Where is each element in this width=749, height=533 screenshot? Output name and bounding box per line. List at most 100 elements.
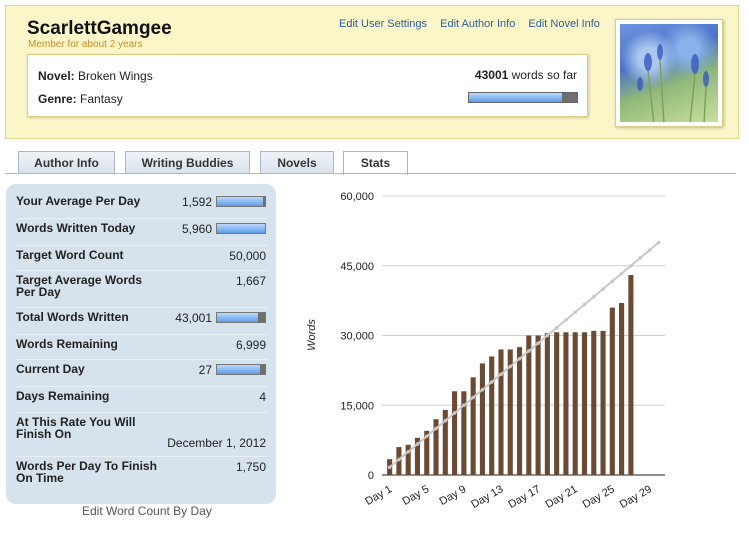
chart-bar (535, 335, 541, 475)
edit-author-info-link[interactable]: Edit Author Info (440, 18, 515, 30)
chart-bar (489, 356, 495, 475)
chart-bar (581, 332, 588, 475)
stat-progress-bar (216, 364, 266, 375)
target-point (434, 426, 438, 431)
chart-bar (498, 349, 504, 475)
chart-axes: Day 1 Day 5 Day 9 Day 13 Day 17 Day 21 Day 25 D… (363, 483, 654, 511)
target-point (471, 395, 475, 400)
novel-progress-bar (468, 92, 578, 103)
edit-novel-info-link[interactable]: Edit Novel Info (528, 18, 600, 30)
target-point (443, 418, 448, 423)
x-tick-label: Day 13 (469, 483, 505, 511)
chart-bar (526, 335, 532, 475)
stat-label: Words Remaining (16, 337, 118, 351)
stat-value: 1,592 (181, 195, 212, 209)
x-tick-label: Day 21 (544, 483, 580, 511)
stat-label: Target Word Count (16, 248, 124, 262)
tab-stats[interactable]: Stats (343, 151, 408, 175)
target-point (415, 442, 420, 446)
target-point (591, 294, 596, 299)
page: ScarlettGamgee Member for about 2 years … (0, 0, 749, 533)
tab-author-info[interactable]: Author Info (18, 151, 115, 174)
tab-writing-buddies[interactable]: Writing Buddies (125, 151, 250, 174)
edit-user-settings-link[interactable]: Edit User Settings (339, 18, 427, 30)
chart-bar (600, 330, 606, 475)
genre-value: Fantasy (80, 92, 123, 106)
y-axis-label: Words (306, 319, 318, 351)
stat-value: 6,999 (235, 338, 266, 352)
novel-label: Novel: (38, 69, 75, 83)
profile-header: ScarlettGamgee Member for about 2 years … (5, 5, 739, 139)
edit-word-count-link[interactable]: Edit Word Count By Day (82, 504, 212, 518)
stat-progress-bar (216, 196, 266, 207)
stat-label: Words Per Day To Finish On Time (16, 459, 157, 485)
username: ScarlettGamgee (27, 18, 172, 39)
target-point (499, 372, 503, 377)
stat-progress-bar (216, 312, 266, 323)
target-point (387, 465, 392, 470)
words-chart: 015,00030,00045,00060,000 Day 1 Day 5 Day … (306, 191, 665, 511)
stats-panel: Your Average Per Day 1,592 Words Written T… (6, 184, 276, 504)
target-point (424, 434, 429, 439)
target-point (573, 310, 578, 315)
stat-row: Words Written Today 5,960 (15, 219, 267, 246)
novel-line: Novel: Broken Wings (38, 69, 153, 83)
x-tick-label: Day 25 (581, 483, 617, 511)
chart-bar (609, 307, 615, 475)
stat-row: Target Word Count 50,000 (15, 246, 267, 271)
y-tick-label: 30,000 (340, 331, 374, 343)
stat-row: Words Remaining 6,999 (15, 335, 267, 360)
target-point (545, 333, 550, 338)
chart-bar (563, 332, 569, 475)
target-line (388, 241, 660, 469)
genre-label: Genre: (38, 92, 77, 106)
target-point (517, 356, 522, 361)
stat-label: Your Average Per Day (16, 194, 141, 208)
stat-label: At This Rate You Will Finish On (16, 415, 136, 441)
stat-progress-fill (217, 365, 261, 374)
target-point (480, 387, 485, 392)
x-tick-label: Day 5 (400, 483, 431, 508)
stat-row: Days Remaining 4 (15, 387, 267, 413)
stat-row: Target Average Words Per Day 1,667 (15, 271, 267, 308)
stat-progress-bar (216, 223, 266, 234)
stat-value: 5,960 (181, 222, 212, 236)
chart-bar (619, 302, 625, 475)
chart-bar (479, 363, 485, 475)
stat-value: 27 (198, 363, 212, 377)
target-point (582, 302, 587, 307)
chart-bar (591, 330, 597, 475)
y-tick-label: 15,000 (340, 400, 374, 412)
lavender-picture (637, 44, 709, 122)
target-point (462, 403, 466, 408)
chart-bar (516, 347, 523, 475)
target-point (610, 279, 615, 284)
target-point (554, 325, 559, 330)
chart-bars (387, 275, 634, 475)
chart-bar (470, 377, 476, 475)
stat-value: 43,001 (175, 311, 212, 325)
target-point (527, 349, 531, 353)
target-point (397, 457, 401, 462)
stat-row: Current Day 27 (15, 360, 267, 387)
stat-value: December 1, 2012 (167, 436, 266, 450)
chart-bar (628, 275, 634, 475)
stat-progress-fill (217, 224, 265, 233)
chart-bar (572, 332, 578, 475)
stat-label: Words Written Today (16, 221, 136, 235)
stat-value: 1,750 (235, 460, 266, 474)
chart-bar (554, 332, 560, 475)
words-suffix: words so far (511, 68, 577, 82)
x-tick-label: Day 9 (437, 483, 468, 508)
target-point (601, 287, 605, 291)
novel-progress-fill (469, 93, 562, 102)
stat-value: 50,000 (229, 249, 266, 263)
target-point (656, 240, 661, 245)
y-tick-label: 45,000 (340, 261, 374, 273)
tab-divider (5, 173, 736, 174)
tab-novels[interactable]: Novels (260, 151, 334, 174)
avatar[interactable] (615, 19, 723, 127)
target-point (564, 318, 568, 322)
target-point (489, 380, 494, 384)
stat-row: At This Rate You Will Finish On December … (15, 413, 267, 457)
